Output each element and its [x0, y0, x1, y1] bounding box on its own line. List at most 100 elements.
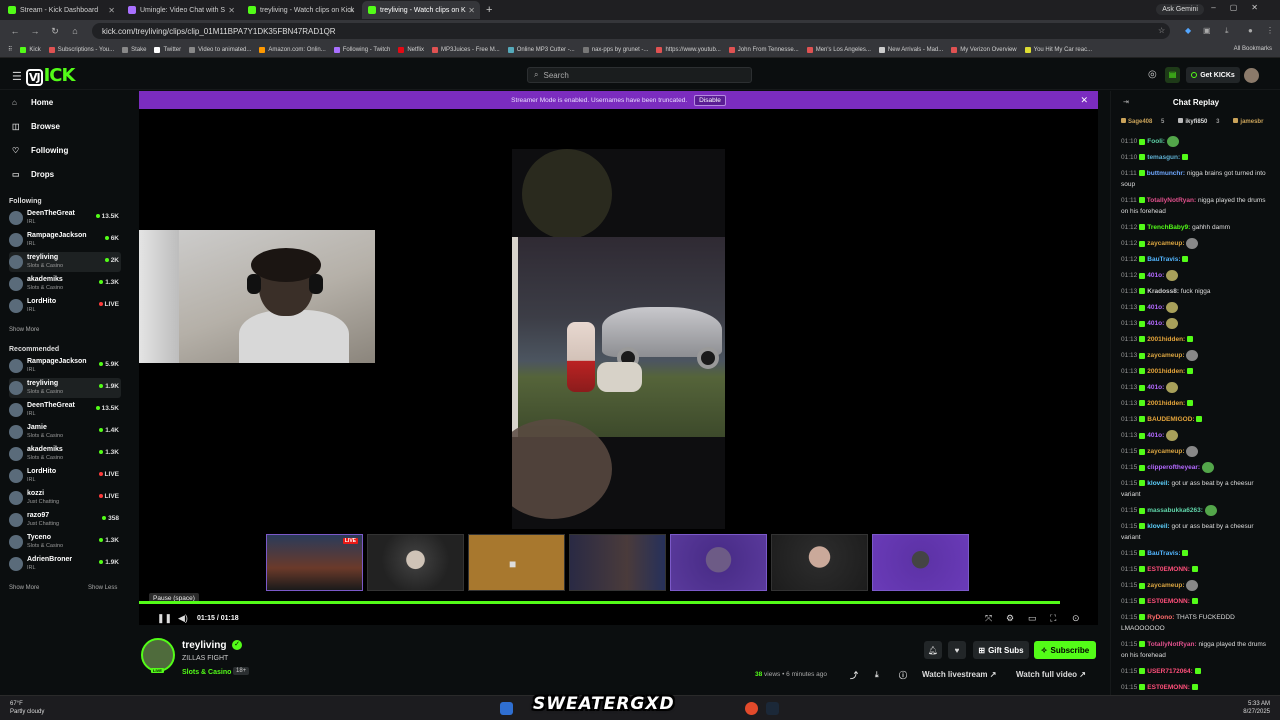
chat-username[interactable]: 401o: [1147, 432, 1164, 439]
video-thumbnail[interactable]: ■ [468, 534, 565, 591]
chat-username[interactable]: BAUDEMIGOD: [1147, 416, 1194, 423]
nav-browse[interactable]: ◫ Browse [12, 122, 60, 131]
chrome-icon[interactable] [745, 702, 758, 715]
pause-icon[interactable]: ❚❚ [157, 613, 172, 624]
chat-username[interactable]: 401o: [1147, 304, 1164, 311]
sidebar-channel[interactable]: LordHito IRL LIVE [9, 466, 121, 486]
chat-username[interactable]: 401o: [1147, 320, 1164, 327]
bookmark[interactable]: Following - Twitch [333, 46, 390, 53]
clip-icon[interactable]: ⤧ [985, 613, 992, 624]
chat-username[interactable]: kloveil: [1147, 480, 1169, 487]
kick-logo[interactable]: VJ ICK [26, 65, 75, 86]
sidebar-channel[interactable]: RampageJackson IRL 5.9K [9, 356, 121, 376]
bookmark[interactable]: You Hit My Car reac... [1024, 46, 1092, 53]
sidebar-channel[interactable]: treyliving Slots & Casino 2K [9, 252, 121, 272]
sidebar-channel[interactable]: treyliving Slots & Casino 1.9K [9, 378, 121, 398]
close-banner-icon[interactable]: ✕ [1080, 95, 1088, 106]
streamer-name[interactable]: treyliving [182, 640, 226, 651]
sidebar-channel[interactable]: kozzi Just Chatting LIVE [9, 488, 121, 508]
sidebar-channel[interactable]: RampageJackson IRL 6K [9, 230, 121, 250]
video-thumbnail[interactable] [670, 534, 767, 591]
forward-icon[interactable]: → [30, 26, 40, 36]
show-more-recommended[interactable]: Show More [9, 585, 39, 591]
bookmark[interactable]: Twitter [154, 46, 181, 53]
gifter[interactable]: jamesbr [1233, 118, 1270, 125]
volume-icon[interactable]: ◀) [178, 613, 188, 624]
bookmark[interactable]: Netflix [398, 46, 424, 53]
fullscreen-icon[interactable]: ⛶ [1050, 613, 1056, 624]
close-tab-icon[interactable]: ✕ [108, 6, 115, 15]
bookmark[interactable]: Stake [122, 46, 146, 53]
browser-tab[interactable]: Umingle: Video Chat with S ✕ [122, 1, 240, 19]
apps-icon[interactable]: ⠿ [8, 46, 12, 53]
downloads-icon[interactable]: ⤓ [1225, 26, 1229, 36]
chat-username[interactable]: TrenchBaby9: [1147, 224, 1190, 231]
chat-username[interactable]: EST0EMONN: [1147, 598, 1190, 605]
bookmark[interactable]: Subscriptions - You... [48, 46, 114, 53]
chat-username[interactable]: TotallyNotRyan: [1147, 197, 1196, 204]
sidebar-channel[interactable]: Tyceno Slots & Casino 1.3K [9, 532, 121, 552]
extensions-icon[interactable]: ▣ [1203, 26, 1211, 35]
chat-username[interactable]: RyDono: [1147, 614, 1174, 621]
sidebar-channel[interactable]: LordHito IRL LIVE [9, 296, 121, 316]
chat-username[interactable]: zaycameup: [1147, 352, 1184, 359]
chat-username[interactable]: massabukka6263: [1147, 507, 1203, 514]
subscribe-button[interactable]: ✧ Subscribe [1034, 641, 1096, 659]
bookmark[interactable]: Men's Los Angeles... [806, 46, 871, 53]
chat-username[interactable]: clipperoftheyear: [1147, 464, 1200, 471]
bookmark[interactable]: Amazon.com: Onlin... [259, 46, 326, 53]
follow-heart-button[interactable]: ♥ [948, 641, 966, 659]
home-icon[interactable]: ⌂ [70, 26, 80, 36]
sidebar-channel[interactable]: DeenTheGreat IRL 13.5K [9, 208, 121, 228]
new-tab-icon[interactable]: + [486, 4, 492, 16]
bookmark[interactable]: https://www.youtub... [656, 46, 721, 53]
chat-username[interactable]: Fooli: [1147, 138, 1165, 145]
sidebar-channel[interactable]: razo97 Just Chatting 358 [9, 510, 121, 530]
chat-username[interactable]: 2001hidden: [1147, 336, 1185, 343]
video-thumbnail[interactable] [771, 534, 868, 591]
stream-manager-icon[interactable]: ◎ [1148, 69, 1157, 80]
settings-icon[interactable]: ⚙ [1006, 613, 1014, 624]
gift-subs-button[interactable]: ⊞ Gift Subs [973, 641, 1029, 659]
nav-drops[interactable]: ▭ Drops [12, 170, 54, 179]
browser-tab[interactable]: treyliving - Watch clips on Kick ✕ [242, 1, 360, 19]
video-thumbnail[interactable] [872, 534, 969, 591]
chat-username[interactable]: 401o: [1147, 272, 1164, 279]
creator-dashboard-icon[interactable]: ▤ [1165, 67, 1180, 83]
watch-full-video-link[interactable]: Watch full video ↗ [1016, 670, 1086, 679]
browser-tab-active[interactable]: treyliving - Watch clips on K ✕ [362, 1, 480, 19]
gifter[interactable]: ikyfi850 3 [1178, 118, 1226, 125]
gifter[interactable]: Sage408 5 [1121, 118, 1171, 125]
video-thumbnail[interactable] [367, 534, 464, 591]
share-icon[interactable]: ⤴ [850, 670, 858, 681]
disable-streamer-mode-button[interactable]: Disable [694, 94, 726, 106]
bookmark[interactable]: New Arrivals - Mad... [878, 46, 943, 53]
hamburger-menu-icon[interactable]: ☰ [12, 70, 22, 83]
streamer-avatar[interactable]: LIVE [141, 638, 175, 673]
category-link[interactable]: Slots & Casino [182, 669, 231, 676]
menu-kebab-icon[interactable]: ⋮ [1266, 26, 1274, 35]
info-icon[interactable]: ⓘ [899, 670, 907, 681]
show-more-following[interactable]: Show More [9, 327, 39, 333]
extension-icon[interactable]: ◆ [1185, 26, 1191, 35]
all-bookmarks[interactable]: All Bookmarks [1234, 46, 1272, 52]
ask-gemini-button[interactable]: Ask Gemini [1156, 4, 1204, 15]
chat-username[interactable]: Kradoss8: [1147, 288, 1179, 295]
chat-username[interactable]: zaycameup: [1147, 448, 1184, 455]
video-player[interactable]: LIVE ■ Pause (space) ❚❚ ◀) 01:15 / 01:18… [139, 109, 1098, 625]
bookmark[interactable]: MP3Juices - Free M... [432, 46, 500, 53]
back-icon[interactable]: ← [10, 26, 20, 36]
windows-start-icon[interactable] [500, 702, 513, 715]
chat-username[interactable]: USER7172064: [1147, 668, 1193, 675]
video-thumbnail[interactable]: LIVE [266, 534, 363, 591]
profile-icon[interactable]: ● [1248, 26, 1253, 35]
show-less-recommended[interactable]: Show Less [88, 585, 117, 591]
window-controls[interactable]: –▢✕ [1211, 3, 1272, 12]
close-tab-icon[interactable]: ✕ [228, 6, 235, 15]
sidebar-channel[interactable]: Jamie Slots & Casino 1.4K [9, 422, 121, 442]
close-tab-icon[interactable]: ✕ [468, 6, 475, 15]
get-kicks-button[interactable]: Get KICKs [1186, 67, 1240, 83]
bookmark[interactable]: John From Tennesse... [728, 46, 799, 53]
download-icon[interactable]: ⤓ [875, 670, 879, 680]
sidebar-channel[interactable]: AdrienBroner IRL 1.9K [9, 554, 121, 574]
